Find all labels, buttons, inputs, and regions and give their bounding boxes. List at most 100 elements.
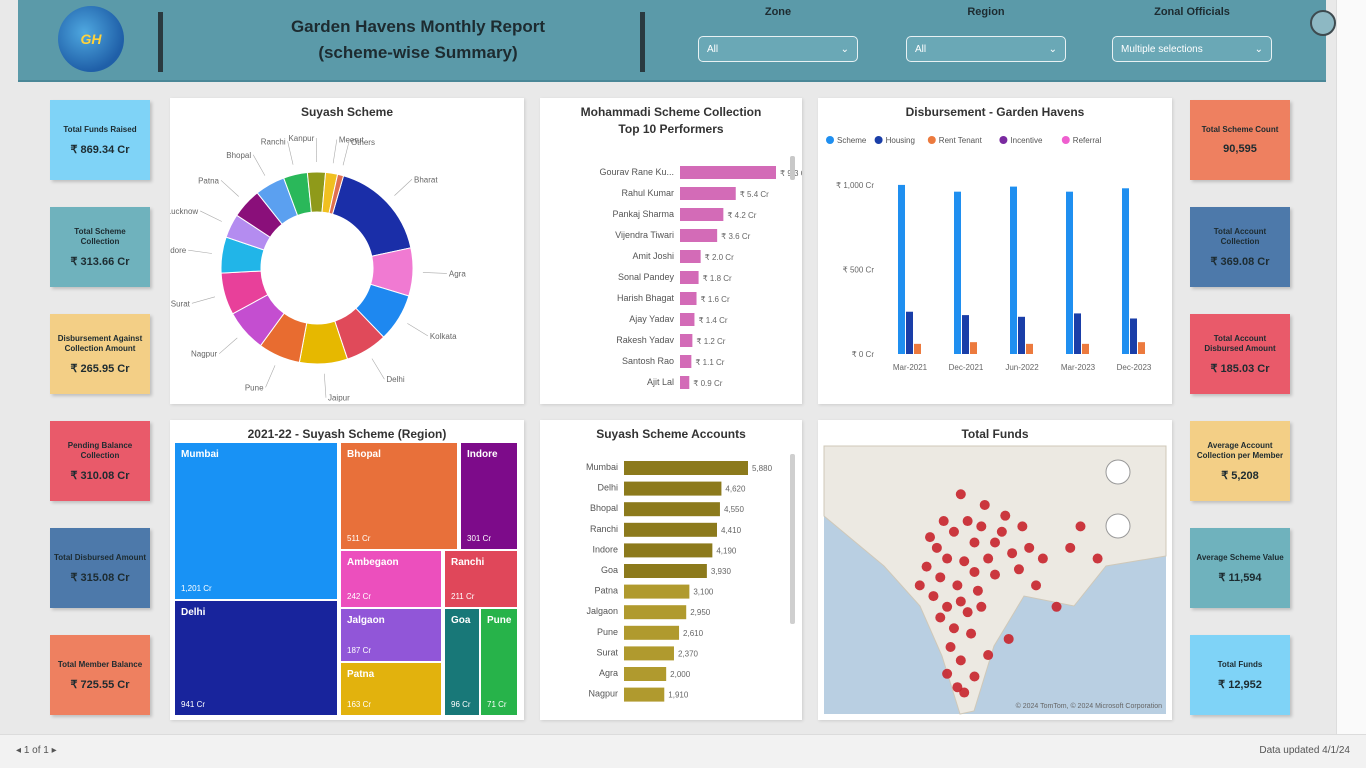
bar[interactable] — [624, 646, 674, 661]
bar[interactable] — [624, 502, 720, 517]
map-bubble[interactable] — [1075, 521, 1086, 532]
column-bar[interactable] — [1130, 318, 1137, 354]
map-bubble[interactable] — [962, 516, 973, 527]
map-bubble[interactable] — [1000, 510, 1011, 521]
scrollbar[interactable] — [790, 454, 795, 624]
zoom-in-icon[interactable] — [1105, 459, 1131, 485]
disbursement-chart-card[interactable]: Disbursement - Garden Havens Scheme Housi… — [818, 98, 1172, 404]
treemap-tile[interactable]: Indore 301 Cr — [460, 442, 518, 550]
map-bubble[interactable] — [983, 650, 994, 661]
zoom-out-icon[interactable] — [1105, 513, 1131, 539]
column-bar[interactable] — [1122, 188, 1129, 354]
treemap-tile[interactable]: Ranchi 211 Cr — [444, 550, 518, 608]
map-bubble[interactable] — [955, 596, 966, 607]
map-bubble[interactable] — [1065, 542, 1076, 553]
column-bar[interactable] — [954, 191, 961, 354]
treemap-card[interactable]: 2021-22 - Suyash Scheme (Region) Mumbai 1… — [170, 420, 524, 720]
map-bubble[interactable] — [935, 612, 946, 623]
map-bubble[interactable] — [959, 556, 970, 567]
map-bubble[interactable] — [996, 526, 1007, 537]
column-bar[interactable] — [1082, 343, 1089, 354]
bar[interactable] — [624, 481, 722, 496]
bar[interactable] — [680, 208, 724, 221]
scrollbar[interactable] — [790, 156, 795, 180]
donut-chart-card[interactable]: Suyash Scheme Bharat Agra Kolkata Delhi Jaip… — [164, 98, 524, 404]
column-bar[interactable] — [1138, 342, 1145, 354]
bar[interactable] — [680, 250, 701, 263]
column-bar[interactable] — [914, 343, 921, 354]
map-bubble[interactable] — [955, 655, 966, 666]
map-bubble[interactable] — [976, 601, 987, 612]
map-bubble[interactable] — [1051, 601, 1062, 612]
map-bubble[interactable] — [948, 623, 959, 634]
map-bubble[interactable] — [925, 532, 936, 543]
map-bubble[interactable] — [1092, 553, 1103, 564]
map-bubble[interactable] — [983, 553, 994, 564]
map-bubble[interactable] — [966, 628, 977, 639]
bar[interactable] — [624, 667, 667, 681]
bar[interactable] — [624, 461, 748, 475]
treemap-tile[interactable]: Bhopal 511 Cr — [340, 442, 458, 550]
map-bubble[interactable] — [952, 580, 963, 591]
map-card[interactable]: Total Funds © 2024 TomTom, © 2024 Micros… — [818, 420, 1172, 720]
donut-slice[interactable] — [331, 175, 412, 257]
bar[interactable] — [624, 605, 687, 620]
bar[interactable] — [624, 625, 680, 640]
bar[interactable] — [680, 166, 776, 179]
map-bubble[interactable] — [948, 526, 959, 537]
map-bubble[interactable] — [1007, 548, 1018, 559]
filters-pane-rail[interactable] — [1336, 0, 1366, 734]
bar[interactable] — [680, 292, 697, 305]
map-bubble[interactable] — [969, 566, 980, 577]
region-dropdown[interactable]: All ⌄ — [906, 36, 1066, 62]
map-bubble[interactable] — [1031, 580, 1042, 591]
treemap-tile[interactable]: Mumbai 1,201 Cr — [174, 442, 338, 600]
column-bar[interactable] — [906, 311, 913, 354]
map-bubble[interactable] — [972, 585, 983, 596]
top-performers-card[interactable]: Mohammadi Scheme Collection Top 10 Perfo… — [540, 98, 809, 404]
bar[interactable] — [624, 522, 717, 537]
map-bubble[interactable] — [1013, 564, 1024, 575]
column-bar[interactable] — [1066, 191, 1073, 354]
map-bubble[interactable] — [942, 553, 953, 564]
map-bubble[interactable] — [969, 671, 980, 682]
map-bubble[interactable] — [1037, 553, 1048, 564]
map-bubble[interactable] — [942, 668, 953, 679]
map-bubble[interactable] — [1024, 542, 1035, 553]
bar[interactable] — [680, 271, 699, 284]
map-bubble[interactable] — [942, 601, 953, 612]
map-bubble[interactable] — [979, 499, 990, 510]
zonal-officials-dropdown[interactable]: Multiple selections ⌄ — [1112, 36, 1272, 62]
map-bubble[interactable] — [969, 537, 980, 548]
map-bubble[interactable] — [1017, 521, 1028, 532]
column-bar[interactable] — [970, 342, 977, 354]
treemap-tile[interactable]: Jalgaon 187 Cr — [340, 608, 442, 662]
treemap-tile[interactable]: Goa 96 Cr — [444, 608, 480, 716]
map-bubble[interactable] — [914, 580, 925, 591]
treemap-tile[interactable]: Delhi 941 Cr — [174, 600, 338, 716]
bar[interactable] — [680, 355, 692, 368]
bar[interactable] — [624, 687, 665, 702]
map-bubble[interactable] — [921, 561, 932, 572]
column-bar[interactable] — [962, 315, 969, 354]
treemap-tile[interactable]: Ambegaon 242 Cr — [340, 550, 442, 608]
map-bubble[interactable] — [955, 489, 966, 500]
reset-filter-icon[interactable] — [1310, 10, 1336, 36]
column-bar[interactable] — [1026, 343, 1033, 354]
page-navigator[interactable]: ◂ 1 of 1 ▸ — [16, 745, 57, 756]
treemap-tile[interactable]: Pune 71 Cr — [480, 608, 518, 716]
map-bubble[interactable] — [962, 607, 973, 618]
column-bar[interactable] — [898, 184, 905, 354]
map-bubble[interactable] — [928, 591, 939, 602]
map-bubble[interactable] — [959, 687, 970, 698]
map-bubble[interactable] — [976, 521, 987, 532]
column-bar[interactable] — [1074, 313, 1081, 354]
bar[interactable] — [624, 564, 707, 578]
accounts-chart-card[interactable]: Suyash Scheme Accounts Mumbai 5,880 Delhi 4… — [540, 420, 802, 720]
bar[interactable] — [624, 584, 690, 599]
column-bar[interactable] — [1010, 186, 1017, 354]
bar[interactable] — [680, 229, 718, 242]
treemap-tile[interactable]: Patna 163 Cr — [340, 662, 442, 716]
map-bubble[interactable] — [990, 537, 1000, 548]
map-bubble[interactable] — [990, 569, 1000, 580]
